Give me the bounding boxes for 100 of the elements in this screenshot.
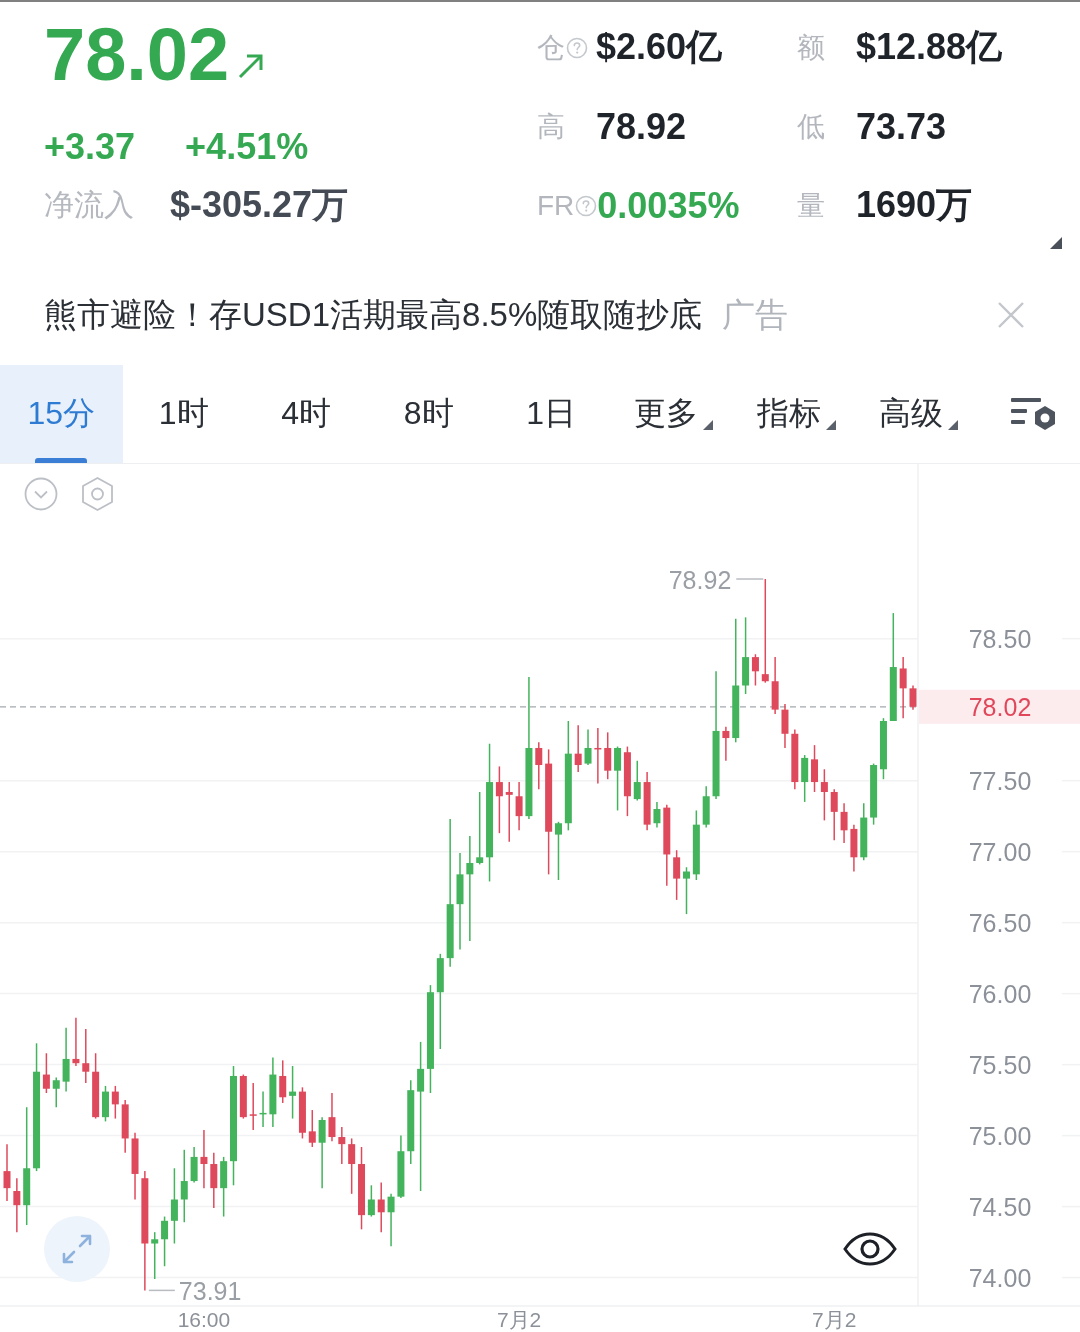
falling-candle: [328, 1092, 336, 1143]
price-change-percent: +4.51%: [185, 126, 309, 168]
stat-label: 量: [797, 188, 825, 223]
ad-tag: 广告: [722, 292, 789, 338]
price-axis-label: 75.00: [968, 1121, 1032, 1150]
close-icon[interactable]: [997, 301, 1025, 329]
falling-candle: [92, 1052, 100, 1120]
stat-value: $12.88亿: [856, 25, 1003, 69]
settings-icon[interactable]: [1010, 396, 1058, 432]
price-axis-label: 75.50: [968, 1050, 1032, 1079]
falling-candle: [594, 727, 602, 785]
time-axis-label: 16:00: [177, 1307, 231, 1331]
falling-candle: [791, 728, 799, 790]
falling-candle: [308, 1109, 316, 1148]
falling-candle: [42, 1052, 50, 1094]
stat-label: 额: [797, 30, 825, 65]
price-axis-label: 76.50: [968, 908, 1032, 937]
price-change: +3.37: [44, 126, 136, 168]
falling-candle: [574, 724, 582, 773]
timeframe-tab[interactable]: 1时: [122, 365, 245, 463]
falling-candle: [279, 1059, 287, 1104]
falling-candle: [200, 1129, 208, 1189]
corner-triangle-icon[interactable]: [1050, 237, 1062, 249]
low-price-label: 73.91: [178, 1277, 242, 1306]
ad-text[interactable]: 熊市避险！存USD1活期最高8.5%随取随抄底: [44, 292, 703, 338]
falling-candle: [840, 802, 848, 844]
hexagon-icon[interactable]: [80, 476, 115, 512]
help-icon[interactable]: [575, 194, 598, 217]
falling-candle: [781, 703, 789, 749]
falling-candle: [249, 1082, 257, 1131]
falling-candle: [604, 731, 612, 780]
falling-candle: [131, 1132, 139, 1201]
rising-candle: [692, 809, 700, 881]
price-axis-label: 77.50: [968, 766, 1032, 795]
price-axis-label: 77.00: [968, 837, 1032, 866]
stat-value: 73.73: [856, 105, 947, 148]
falling-candle: [820, 768, 828, 822]
falling-candle: [3, 1143, 11, 1202]
expand-icon[interactable]: [44, 1216, 110, 1282]
rising-candle: [653, 801, 661, 829]
timeframe-tab[interactable]: 4时: [245, 365, 368, 463]
falling-candle: [338, 1126, 346, 1165]
rising-candle: [289, 1065, 297, 1120]
price-axis-label: 78.50: [968, 624, 1032, 653]
eye-icon[interactable]: [843, 1232, 897, 1266]
stat-value: 0.0035%: [597, 184, 740, 227]
falling-candle: [899, 656, 907, 719]
falling-candle: [72, 1017, 80, 1067]
falling-candle: [643, 771, 651, 832]
falling-candle: [121, 1099, 129, 1154]
help-icon[interactable]: [566, 36, 588, 59]
rising-candle: [614, 745, 622, 812]
time-axis-label: 7月2: [496, 1307, 542, 1331]
high-price-label: 78.92: [668, 566, 732, 594]
rising-candle: [151, 1231, 159, 1280]
rising-candle: [52, 1076, 60, 1108]
stat-value: $2.60亿: [596, 25, 723, 69]
falling-candle: [377, 1181, 385, 1233]
rising-candle: [269, 1056, 277, 1128]
net-inflow-value: $-305.27万: [170, 182, 349, 227]
stat-value: 1690万: [856, 183, 973, 227]
chevron-circle-icon[interactable]: [24, 477, 58, 511]
current-price-tag: 78.02: [919, 689, 1080, 724]
falling-candle: [722, 725, 730, 762]
rising-candle: [683, 866, 690, 915]
stat-label: 低: [797, 109, 825, 144]
rising-candle: [190, 1146, 198, 1184]
rising-candle: [367, 1184, 375, 1218]
rising-candle: [62, 1026, 70, 1093]
falling-candle: [111, 1085, 119, 1120]
timeframe-tab[interactable]: 15分: [0, 365, 123, 463]
falling-candle: [13, 1177, 21, 1233]
falling-candle: [495, 765, 503, 834]
price-axis-label: 74.50: [968, 1192, 1032, 1221]
rising-candle: [102, 1085, 109, 1123]
stat-label: 仓: [537, 30, 565, 65]
timeframe-tab[interactable]: 8时: [367, 365, 490, 463]
leader-line: [735, 578, 765, 580]
timeframe-tab[interactable]: 指标: [735, 365, 858, 463]
timeframe-tab[interactable]: 更多: [612, 365, 735, 463]
falling-candle: [850, 823, 858, 873]
last-price: 78.02: [44, 12, 230, 98]
timeframe-tab[interactable]: 高级: [857, 365, 980, 463]
price-axis-label: 76.00: [968, 979, 1032, 1008]
rising-candle: [702, 785, 710, 829]
rising-candle: [584, 728, 592, 766]
falling-candle: [505, 781, 513, 843]
stat-label: FR: [537, 189, 575, 222]
falling-candle: [830, 788, 838, 841]
falling-candle: [210, 1151, 218, 1209]
rising-candle: [633, 760, 641, 802]
rising-candle: [860, 802, 868, 861]
falling-candle: [909, 684, 917, 711]
falling-candle: [515, 781, 523, 832]
falling-candle: [239, 1073, 247, 1120]
timeframe-tab[interactable]: 1日: [490, 365, 613, 463]
falling-candle: [771, 656, 779, 715]
ref-line-label: 78.02: [968, 692, 1032, 721]
falling-candle: [811, 744, 818, 793]
rising-candle: [259, 1090, 267, 1128]
